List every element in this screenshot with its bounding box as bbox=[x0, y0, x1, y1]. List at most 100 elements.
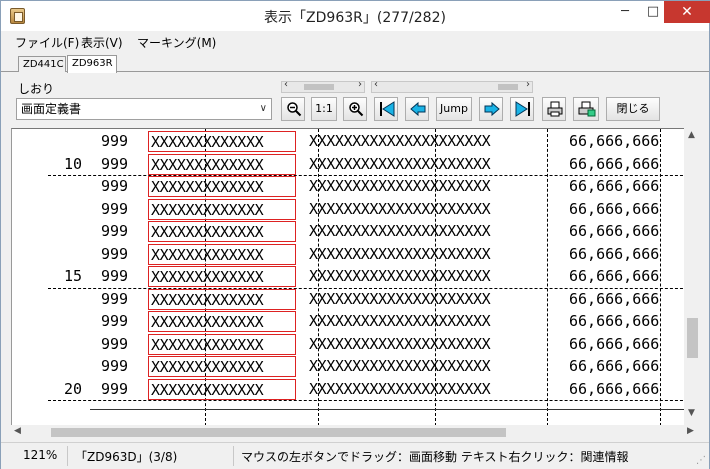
row-highlighted-field[interactable]: XXXXXXXXXXXXX bbox=[148, 131, 296, 152]
status-document: 「ZD963D」(3/8) bbox=[75, 450, 178, 464]
close-button[interactable]: 閉じる bbox=[606, 97, 660, 121]
first-page-button[interactable] bbox=[374, 97, 398, 121]
close-window-button[interactable]: ✕ bbox=[664, 1, 710, 23]
tab-zd441c[interactable]: ZD441C bbox=[18, 56, 66, 72]
row-text-field: XXXXXXXXXXXXXXXXXXXXX bbox=[309, 132, 491, 150]
row-quantity: 999 bbox=[101, 222, 129, 240]
vertical-scroll-thumb[interactable] bbox=[687, 318, 698, 358]
row-text-field: XXXXXXXXXXXXXXXXXXXXX bbox=[309, 312, 491, 330]
scroll-left-icon[interactable]: ‹ bbox=[374, 79, 378, 90]
status-divider bbox=[67, 446, 68, 466]
previous-page-button[interactable] bbox=[405, 97, 429, 121]
first-page-icon bbox=[380, 101, 395, 117]
row-quantity: 999 bbox=[101, 244, 129, 263]
section-separator bbox=[48, 287, 698, 289]
document-row: 999 XXXXXXXXXXXXX XXXXXXXXXXXXXXXXXXXXX 66,… bbox=[12, 131, 699, 154]
scroll-left-icon[interactable]: ‹ bbox=[284, 79, 288, 90]
document-row: 999 XXXXXXXXXXXXX XXXXXXXXXXXXXXXXXXXXX 66,… bbox=[12, 311, 699, 334]
bookmark-selected-value: 画面定義書 bbox=[21, 102, 82, 116]
row-highlighted-field[interactable]: XXXXXXXXXXXXX bbox=[148, 378, 296, 400]
arrow-right-icon bbox=[484, 101, 500, 117]
row-text-field: XXXXXXXXXXXXXXXXXXXXX bbox=[309, 154, 491, 173]
row-highlighted-field[interactable]: XXXXXXXXXXXXX bbox=[148, 198, 296, 220]
scroll-right-icon[interactable]: › bbox=[358, 79, 362, 90]
row-text-field: XXXXXXXXXXXXXXXXXXXXX bbox=[309, 244, 491, 263]
horizontal-scrollbar[interactable]: ◀ ▶ bbox=[11, 425, 701, 441]
document-row: 999 XXXXXXXXXXXXX XXXXXXXXXXXXXXXXXXXXX 66,… bbox=[12, 288, 699, 312]
document-view[interactable]: 999 XXXXXXXXXXXXX XXXXXXXXXXXXXXXXXXXXX 66,… bbox=[11, 128, 699, 425]
last-page-button[interactable] bbox=[510, 97, 534, 121]
menu-file[interactable]: ファイル(F) bbox=[15, 34, 79, 51]
next-page-button[interactable] bbox=[479, 97, 503, 121]
row-amount: 66,666,666 bbox=[569, 334, 660, 353]
tab-zd963r[interactable]: ZD963R bbox=[67, 55, 117, 73]
bookmark-label: しおり bbox=[18, 82, 55, 96]
row-text-field: XXXXXXXXXXXXXXXXXXXXX bbox=[309, 267, 491, 285]
scroll-up-icon[interactable]: ▲ bbox=[688, 130, 695, 140]
zoom-in-button[interactable] bbox=[343, 97, 367, 121]
row-highlighted-field[interactable]: XXXXXXXXXXXXX bbox=[148, 221, 296, 242]
row-quantity: 999 bbox=[101, 334, 129, 353]
horizontal-scroll-thumb[interactable] bbox=[51, 428, 506, 437]
status-hint: マウスの左ボタンでドラッグ：画面移動 テキスト右クリック：関連情報 bbox=[241, 450, 629, 464]
document-row: 20 999 XXXXXXXXXXXXX XXXXXXXXXXXXXXXXXXXXX 6… bbox=[12, 378, 699, 402]
row-highlighted-field[interactable]: XXXXXXXXXXXXX bbox=[148, 333, 296, 355]
row-quantity: 999 bbox=[101, 289, 129, 308]
row-amount: 66,666,666 bbox=[569, 357, 660, 375]
scroll-down-icon[interactable]: ▼ bbox=[688, 408, 695, 418]
scroll-right-icon[interactable]: ▶ bbox=[687, 426, 694, 436]
bookmark-dropdown[interactable]: 画面定義書 ∨ bbox=[16, 98, 272, 120]
document-row: 999 XXXXXXXXXXXXX XXXXXXXXXXXXXXXXXXXXX 66,… bbox=[12, 243, 699, 267]
jump-button[interactable]: Jump bbox=[436, 97, 472, 121]
row-amount: 66,666,666 bbox=[569, 244, 660, 263]
status-zoom: 121% bbox=[23, 448, 58, 462]
print-settings-button[interactable] bbox=[573, 97, 599, 121]
row-amount: 66,666,666 bbox=[569, 312, 660, 330]
scroll-right-icon[interactable]: › bbox=[526, 79, 530, 90]
row-highlighted-field[interactable]: XXXXXXXXXXXXX bbox=[148, 266, 296, 287]
page-slider-thumb[interactable] bbox=[498, 84, 518, 90]
row-quantity: 999 bbox=[101, 132, 129, 150]
row-text-field: XXXXXXXXXXXXXXXXXXXXX bbox=[309, 334, 491, 353]
row-text-field: XXXXXXXXXXXXXXXXXXXXX bbox=[309, 222, 491, 240]
document-row: 999 XXXXXXXXXXXXX XXXXXXXXXXXXXXXXXXXXX 66,… bbox=[12, 198, 699, 222]
document-row: 10 999 XXXXXXXXXXXXX XXXXXXXXXXXXXXXXXXXXX 6… bbox=[12, 153, 699, 177]
row-highlighted-field[interactable]: XXXXXXXXXXXXX bbox=[148, 153, 296, 175]
print-button[interactable] bbox=[542, 97, 566, 121]
menu-view[interactable]: 表示(V) bbox=[81, 34, 123, 51]
row-highlighted-field[interactable]: XXXXXXXXXXXXX bbox=[148, 311, 296, 332]
zoom-reset-button[interactable]: 1:1 bbox=[311, 97, 337, 121]
status-bar: 121% 「ZD963D」(3/8) マウスの左ボタンでドラッグ：画面移動 テキ… bbox=[1, 442, 709, 469]
row-text-field: XXXXXXXXXXXXXXXXXXXXX bbox=[309, 199, 491, 218]
document-row: 999 XXXXXXXXXXXXX XXXXXXXXXXXXXXXXXXXXX 66,… bbox=[12, 176, 699, 199]
title-bar[interactable]: 表示「ZD963R」(277/282) ─ □ ✕ bbox=[1, 1, 710, 31]
zoom-out-button[interactable] bbox=[281, 97, 305, 121]
scroll-left-icon[interactable]: ◀ bbox=[14, 426, 21, 436]
row-highlighted-field[interactable]: XXXXXXXXXXXXX bbox=[148, 176, 296, 197]
vertical-scrollbar[interactable]: ▲ ▼ bbox=[684, 128, 701, 425]
zoom-slider[interactable]: ‹ › bbox=[281, 79, 365, 93]
maximize-button[interactable]: □ bbox=[639, 1, 667, 23]
section-separator bbox=[48, 175, 698, 176]
row-amount: 66,666,666 bbox=[569, 177, 660, 195]
row-quantity: 999 bbox=[101, 379, 129, 398]
resize-grip-icon[interactable]: ⋰ bbox=[696, 455, 706, 466]
printer-icon bbox=[547, 101, 563, 117]
row-highlighted-field[interactable]: XXXXXXXXXXXXX bbox=[148, 356, 296, 377]
minimize-button[interactable]: ─ bbox=[611, 1, 639, 23]
row-text-field: XXXXXXXXXXXXXXXXXXXXX bbox=[309, 177, 491, 195]
row-quantity: 999 bbox=[101, 267, 129, 285]
chevron-down-icon: ∨ bbox=[259, 103, 267, 114]
row-highlighted-field[interactable]: XXXXXXXXXXXXX bbox=[148, 243, 296, 265]
row-highlighted-field[interactable]: XXXXXXXXXXXXX bbox=[148, 288, 296, 310]
menu-marking[interactable]: マーキング(M) bbox=[137, 34, 216, 51]
zoom-slider-thumb[interactable] bbox=[304, 84, 334, 90]
row-amount: 66,666,666 bbox=[569, 132, 660, 150]
document-row: 999 XXXXXXXXXXXXX XXXXXXXXXXXXXXXXXXXXX 66,… bbox=[12, 356, 699, 379]
document-tabs: ZD441C ZD963R bbox=[1, 53, 709, 73]
row-text-field: XXXXXXXXXXXXXXXXXXXXX bbox=[309, 357, 491, 375]
row-quantity: 999 bbox=[101, 154, 129, 173]
viewer-window: 表示「ZD963R」(277/282) ─ □ ✕ ファイル(F) 表示(V) … bbox=[0, 0, 710, 469]
row-number: 15 bbox=[64, 267, 83, 285]
page-slider[interactable]: ‹ › bbox=[371, 79, 533, 93]
